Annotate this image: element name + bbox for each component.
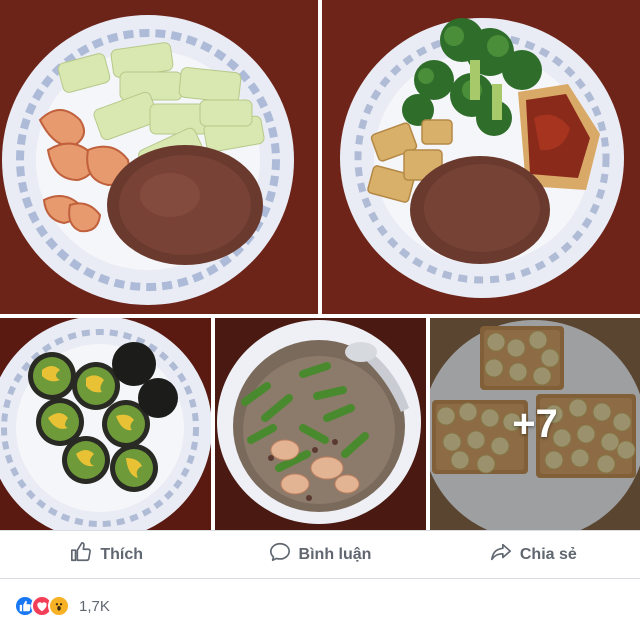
reaction-count: 1,7K (79, 597, 110, 615)
share-arrow-icon (490, 541, 512, 568)
divider (0, 578, 640, 579)
action-bar: Thích Bình luận Chia sẻ (0, 530, 640, 578)
food-photo-5[interactable]: +7 (430, 318, 640, 530)
thumbs-up-icon (70, 541, 92, 568)
food-photo-1[interactable] (0, 0, 318, 314)
food-photo-4[interactable] (215, 318, 426, 530)
more-photos-count[interactable]: +7 (430, 318, 640, 530)
comment-label: Bình luận (298, 545, 372, 563)
food-photo-2[interactable] (322, 0, 640, 314)
comment-button[interactable]: Bình luận (213, 531, 426, 578)
reaction-summary[interactable]: 1,7K (14, 594, 110, 618)
like-button[interactable]: Thích (0, 531, 213, 578)
like-label: Thích (100, 545, 143, 563)
wow-icon (48, 595, 70, 617)
comment-icon (269, 541, 291, 568)
food-photo-3[interactable] (0, 318, 211, 530)
share-label: Chia sẻ (519, 545, 577, 563)
photo-grid: +7 (0, 0, 640, 530)
share-button[interactable]: Chia sẻ (427, 531, 640, 578)
